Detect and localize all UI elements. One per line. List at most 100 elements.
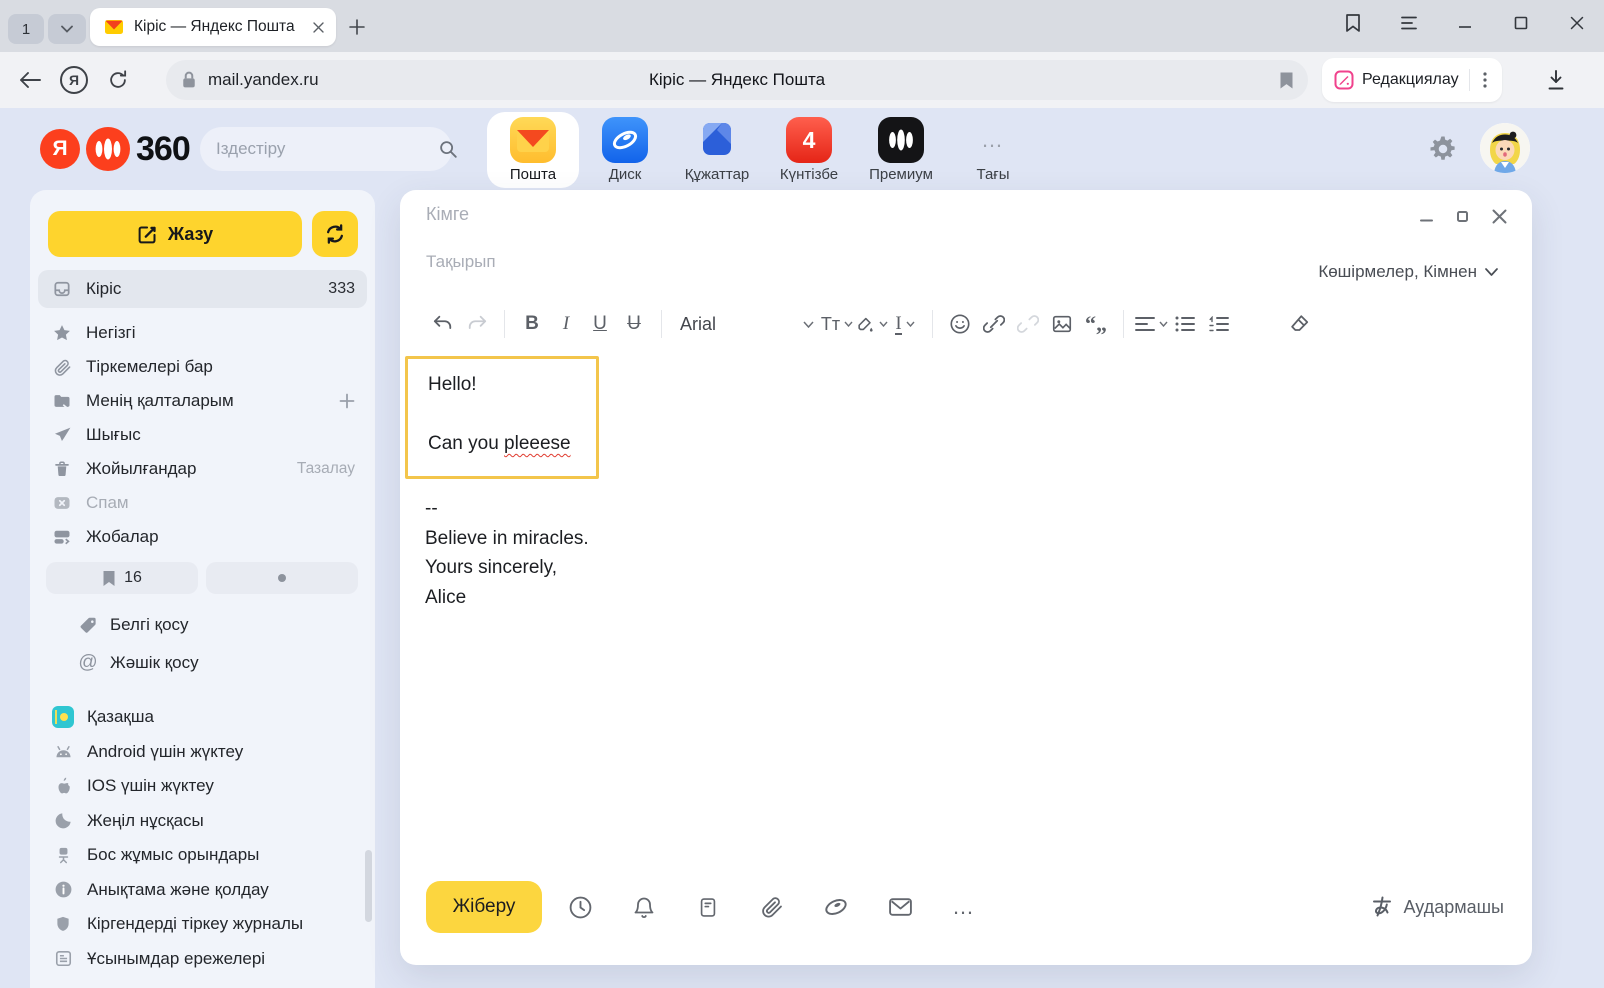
more-options-icon[interactable]: … xyxy=(932,881,996,933)
sidebar-item-primary[interactable]: Негізгі xyxy=(38,316,367,350)
emoji-icon[interactable] xyxy=(943,306,977,342)
close-window-icon[interactable] xyxy=(1558,8,1596,38)
feather-icon xyxy=(52,811,74,830)
address-bar[interactable]: mail.yandex.ru Кіріс — Яндекс Пошта xyxy=(166,60,1308,100)
search-input[interactable] xyxy=(216,139,437,159)
logo-360-icon xyxy=(86,127,130,171)
cc-bcc-from-button[interactable]: Көшірмелер, Кімнен xyxy=(1318,262,1498,282)
yandex-360-logo[interactable]: Я 360 xyxy=(40,127,190,171)
undo-icon[interactable] xyxy=(426,306,460,342)
bullet-list-icon[interactable] xyxy=(1168,306,1202,342)
insert-link-icon[interactable] xyxy=(977,306,1011,342)
gear-icon[interactable] xyxy=(1428,134,1458,164)
to-input[interactable] xyxy=(426,204,986,225)
app-disk[interactable]: Диск xyxy=(579,112,671,188)
help-support-link[interactable]: Анықтама және қолдау xyxy=(52,873,362,908)
collapse-compose-icon[interactable] xyxy=(1419,208,1434,225)
sidebar-item-spam[interactable]: Спам xyxy=(38,486,367,520)
bookmark-icon[interactable] xyxy=(1279,71,1294,90)
app-mail[interactable]: Пошта xyxy=(487,112,579,188)
tab-close-icon[interactable] xyxy=(313,22,324,33)
docs-app-icon xyxy=(694,117,740,163)
add-folder-icon[interactable] xyxy=(339,393,355,409)
font-size-select[interactable]: Tт xyxy=(820,306,854,342)
app-docs[interactable]: Құжаттар xyxy=(671,112,763,188)
light-version-link[interactable]: Жеңіл нұсқасы xyxy=(52,804,362,839)
highlight-color-select[interactable] xyxy=(854,306,888,342)
add-label-button[interactable]: Белгі қосу xyxy=(78,608,189,642)
message-body[interactable]: Hello! Can you pleeese -- Believe in mir… xyxy=(400,354,1532,855)
sidebar-scrollbar[interactable] xyxy=(365,850,372,922)
insert-image-icon[interactable] xyxy=(1045,306,1079,342)
bookmarks-filter-pill[interactable]: 16 xyxy=(46,562,198,594)
divider xyxy=(1123,310,1124,338)
browser-window: 1 Кіріс — Яндекс Пошта xyxy=(0,0,1604,988)
refresh-button[interactable] xyxy=(312,211,358,257)
redo-icon[interactable] xyxy=(460,306,494,342)
login-journal-link[interactable]: Кіргендерді тіркеу журналы xyxy=(52,907,362,942)
attach-from-mail-icon[interactable] xyxy=(868,881,932,933)
attach-from-disk-icon[interactable] xyxy=(804,881,868,933)
close-compose-icon[interactable] xyxy=(1491,208,1508,225)
tab-search-button[interactable] xyxy=(48,14,86,44)
italic-button[interactable]: I xyxy=(549,306,583,342)
browser-tab[interactable]: Кіріс — Яндекс Пошта xyxy=(90,8,336,46)
app-label: Тағы xyxy=(976,166,1009,183)
app-calendar[interactable]: 4 Күнтізбе xyxy=(763,112,855,188)
downloads-icon[interactable] xyxy=(1534,62,1578,98)
app-premium[interactable]: Премиум xyxy=(855,112,947,188)
unread-filter-pill[interactable] xyxy=(206,562,358,594)
underline-button[interactable]: U xyxy=(583,306,617,342)
popout-compose-icon[interactable] xyxy=(1456,208,1469,225)
align-select[interactable] xyxy=(1134,306,1168,342)
edit-page-button[interactable]: Редакциялау xyxy=(1322,58,1502,102)
numbered-list-icon[interactable] xyxy=(1202,306,1236,342)
reload-icon[interactable] xyxy=(96,60,140,100)
download-android-link[interactable]: Android үшін жүктеу xyxy=(52,735,362,770)
recommendation-rules-link[interactable]: Ұсынымдар ережелері xyxy=(52,942,362,977)
focused-text-block[interactable]: Hello! Can you pleeese xyxy=(405,356,599,479)
app-more[interactable]: … Тағы xyxy=(947,112,1039,188)
attach-file-icon[interactable] xyxy=(740,881,804,933)
sidebar-item-with-attachments[interactable]: Тіркемелері бар xyxy=(38,350,367,384)
compose-button[interactable]: Жазу xyxy=(48,211,302,257)
language-link[interactable]: Қазақша xyxy=(52,700,362,735)
inbox-count: 333 xyxy=(328,280,355,298)
download-ios-link[interactable]: IOS үшін жүктеу xyxy=(52,769,362,804)
reminder-icon[interactable] xyxy=(612,881,676,933)
tab-group-counter[interactable]: 1 xyxy=(8,14,44,44)
tab-favicon-mail-icon xyxy=(104,17,124,37)
sidebar-item-sent[interactable]: Шығыс xyxy=(38,418,367,452)
more-vertical-icon[interactable] xyxy=(1477,72,1492,88)
add-mailbox-button[interactable]: @ Жәшік қосу xyxy=(78,646,199,680)
schedule-send-icon[interactable] xyxy=(548,881,612,933)
back-icon[interactable] xyxy=(8,60,52,100)
remove-link-icon[interactable] xyxy=(1011,306,1045,342)
subject-input[interactable] xyxy=(426,252,986,272)
strikethrough-button[interactable]: U xyxy=(617,306,651,342)
trash-clear-link[interactable]: Тазалау xyxy=(297,460,355,478)
sidebar-item-trash[interactable]: Жойылғандар Тазалау xyxy=(38,452,367,486)
sidebar-item-inbox[interactable]: Кіріс 333 xyxy=(38,270,367,308)
side-panel-icon[interactable] xyxy=(1334,8,1372,38)
vacancies-link[interactable]: Бос жұмыс орындары xyxy=(52,838,362,873)
new-tab-button[interactable] xyxy=(342,12,372,42)
send-button[interactable]: Жіберу xyxy=(426,881,542,933)
search-box[interactable] xyxy=(200,127,452,171)
sidebar-item-my-folders[interactable]: Менің қалталарым xyxy=(38,384,367,418)
sidebar-item-drafts[interactable]: Жобалар xyxy=(38,520,367,554)
maximize-window-icon[interactable] xyxy=(1502,8,1540,38)
rules-document-icon xyxy=(52,949,74,968)
text-color-select[interactable]: I xyxy=(888,306,922,342)
quote-icon[interactable]: “„ xyxy=(1079,306,1113,342)
to-field-row[interactable] xyxy=(426,204,1558,225)
bold-button[interactable]: B xyxy=(515,306,549,342)
translator-button[interactable]: Аудармашы xyxy=(1370,881,1505,933)
yandex-logo-button[interactable]: Я xyxy=(52,60,96,100)
user-avatar[interactable] xyxy=(1480,123,1530,173)
minimize-window-icon[interactable] xyxy=(1446,8,1484,38)
clear-formatting-icon[interactable] xyxy=(1282,306,1316,342)
menu-icon[interactable] xyxy=(1390,8,1428,38)
font-family-select[interactable]: Arial xyxy=(672,306,820,342)
template-icon[interactable] xyxy=(676,881,740,933)
